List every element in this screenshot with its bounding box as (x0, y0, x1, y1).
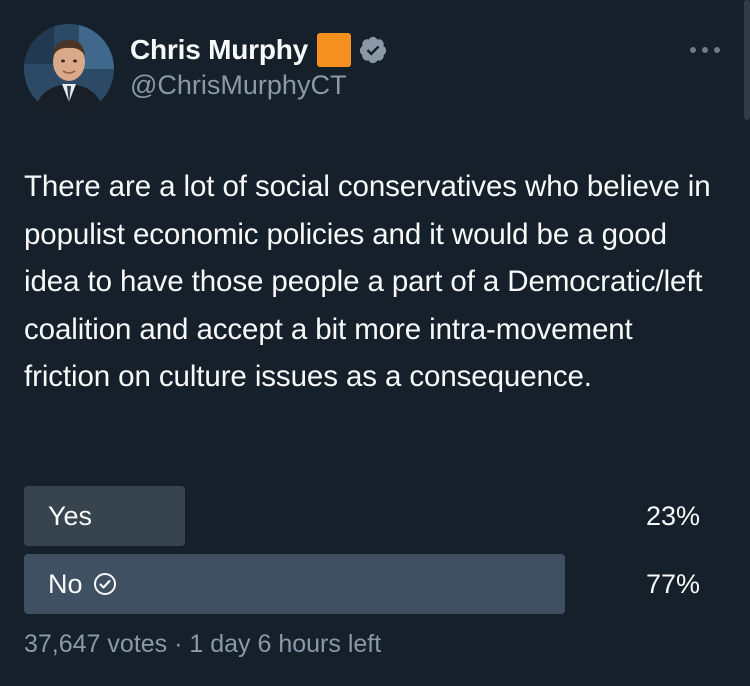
poll-option-label-text: No (48, 568, 83, 599)
poll-option-percent: 77% (645, 568, 700, 599)
poll-option-label-text: Yes (48, 500, 93, 531)
avatar-image (24, 24, 114, 114)
avatar[interactable] (24, 24, 114, 114)
poll-option-no[interactable]: No 77% (24, 554, 724, 614)
author-handle[interactable]: @ChrisMurphyCT (130, 70, 346, 101)
poll-option-yes[interactable]: Yes 23% (24, 486, 724, 546)
author-display-name[interactable]: Chris Murphy (130, 34, 308, 66)
tweet-text: There are a lot of social conservatives … (24, 170, 711, 393)
poll-option-label: No (48, 554, 117, 614)
check-circle-icon (93, 573, 116, 595)
author-name-row: Chris Murphy (130, 30, 388, 70)
tweet-card: Chris Murphy @ChrisMurphyCT There are a … (0, 0, 750, 686)
poll-option-label: Yes (48, 486, 92, 546)
poll-footer: 37,647 votes · 1 day 6 hours left (24, 630, 382, 658)
verified-badge-icon[interactable] (358, 35, 388, 65)
scrollbar[interactable] (744, 0, 750, 120)
orange-square-emoji-icon (317, 33, 352, 67)
poll-option-percent: 23% (645, 500, 700, 531)
more-options-icon[interactable] (690, 40, 720, 60)
